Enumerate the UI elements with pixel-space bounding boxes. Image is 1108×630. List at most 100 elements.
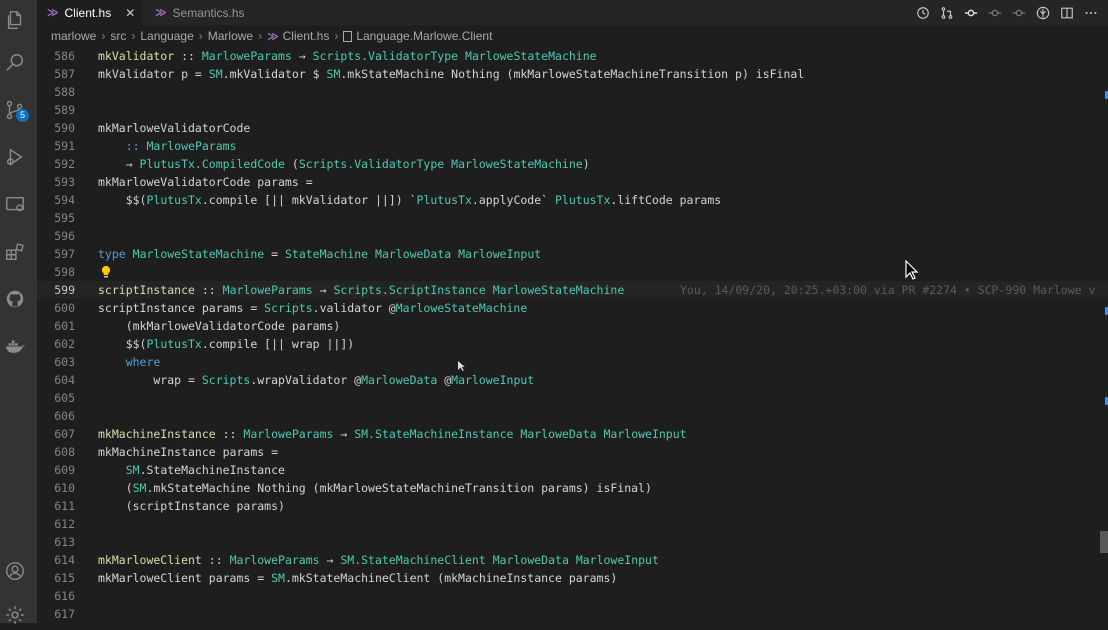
- line-number[interactable]: 609: [37, 461, 75, 479]
- code-line[interactable]: 598: [37, 263, 1108, 281]
- gitlens-icon[interactable]: [1035, 5, 1050, 20]
- code-text[interactable]: mkMarloweClient :: MarloweParams → SM.St…: [98, 551, 659, 569]
- line-number[interactable]: 613: [37, 533, 75, 551]
- docker-icon[interactable]: [0, 331, 30, 361]
- line-number[interactable]: 599: [37, 281, 75, 299]
- code-text[interactable]: wrap = Scripts.wrapValidator @MarloweDat…: [98, 371, 534, 389]
- split-editor-icon[interactable]: [1059, 5, 1074, 20]
- line-number[interactable]: 592: [37, 155, 75, 173]
- code-text[interactable]: mkValidator :: MarloweParams → Scripts.V…: [98, 47, 597, 65]
- code-line[interactable]: 609 SM.StateMachineInstance: [37, 461, 1108, 479]
- code-editor[interactable]: 586 mkValidator :: MarloweParams → Script…: [37, 47, 1108, 623]
- code-text[interactable]: mkMarloweValidatorCode params =: [98, 173, 313, 191]
- code-line[interactable]: 587 mkValidator p = SM.mkValidator $ SM.m…: [37, 65, 1108, 83]
- next-revision-icon[interactable]: [1011, 5, 1026, 20]
- timeline-icon[interactable]: [915, 5, 930, 20]
- line-number[interactable]: 604: [37, 371, 75, 389]
- code-line[interactable]: 599 scriptInstance :: MarloweParams → Scr…: [37, 281, 1108, 299]
- code-line[interactable]: 586 mkValidator :: MarloweParams → Script…: [37, 47, 1108, 65]
- code-line[interactable]: 616: [37, 587, 1108, 605]
- code-line[interactable]: 588: [37, 83, 1108, 101]
- tab-client-hs[interactable]: ≫ Client.hs ✕: [37, 0, 143, 25]
- lightbulb-icon[interactable]: [100, 265, 112, 279]
- code-text[interactable]: scriptInstance :: MarloweParams → Script…: [98, 281, 624, 299]
- line-number[interactable]: 589: [37, 101, 75, 119]
- breadcrumb-item[interactable]: Language.Marlowe.Client: [356, 29, 492, 43]
- line-number[interactable]: 590: [37, 119, 75, 137]
- code-line[interactable]: 591 :: MarloweParams: [37, 137, 1108, 155]
- code-line[interactable]: 590 mkMarloweValidatorCode: [37, 119, 1108, 137]
- line-number[interactable]: 601: [37, 317, 75, 335]
- code-text[interactable]: (mkMarloweValidatorCode params): [98, 317, 341, 335]
- code-line[interactable]: 589: [37, 101, 1108, 119]
- source-control-icon[interactable]: 5: [0, 95, 30, 125]
- code-text[interactable]: $$(PlutusTx.compile [|| mkValidator ||])…: [98, 191, 721, 209]
- breadcrumb-item[interactable]: src: [110, 29, 126, 43]
- code-text[interactable]: where: [98, 353, 161, 371]
- code-line[interactable]: 596: [37, 227, 1108, 245]
- code-line[interactable]: 602 $$(PlutusTx.compile [|| wrap ||]): [37, 335, 1108, 353]
- line-number[interactable]: 596: [37, 227, 75, 245]
- line-number[interactable]: 606: [37, 407, 75, 425]
- previous-revision-icon[interactable]: [987, 5, 1002, 20]
- code-text[interactable]: SM.StateMachineInstance: [98, 461, 285, 479]
- line-number[interactable]: 598: [37, 263, 75, 281]
- search-icon[interactable]: [0, 48, 30, 78]
- line-number[interactable]: 595: [37, 209, 75, 227]
- line-number[interactable]: 597: [37, 245, 75, 263]
- code-text[interactable]: mkMachineInstance params =: [98, 443, 278, 461]
- code-text[interactable]: :: MarloweParams: [98, 137, 237, 155]
- code-line[interactable]: 605: [37, 389, 1108, 407]
- code-line[interactable]: 611 (scriptInstance params): [37, 497, 1108, 515]
- line-number[interactable]: 616: [37, 587, 75, 605]
- line-number[interactable]: 588: [37, 83, 75, 101]
- code-line[interactable]: 613: [37, 533, 1108, 551]
- line-number[interactable]: 605: [37, 389, 75, 407]
- toggle-blame-icon[interactable]: [963, 5, 978, 20]
- line-number[interactable]: 610: [37, 479, 75, 497]
- line-number[interactable]: 603: [37, 353, 75, 371]
- code-line[interactable]: 615 mkMarloweClient params = SM.mkStateMa…: [37, 569, 1108, 587]
- line-number[interactable]: 586: [37, 47, 75, 65]
- code-line[interactable]: 603 where: [37, 353, 1108, 371]
- explorer-icon[interactable]: [0, 5, 30, 35]
- run-debug-icon[interactable]: [0, 142, 30, 172]
- extensions-icon[interactable]: [0, 237, 30, 267]
- code-text[interactable]: (scriptInstance params): [98, 497, 285, 515]
- code-line[interactable]: 610 (SM.mkStateMachine Nothing (mkMarlow…: [37, 479, 1108, 497]
- line-number[interactable]: 591: [37, 137, 75, 155]
- code-line[interactable]: 592 → PlutusTx.CompiledCode (Scripts.Val…: [37, 155, 1108, 173]
- code-line[interactable]: 601 (mkMarloweValidatorCode params): [37, 317, 1108, 335]
- line-number[interactable]: 602: [37, 335, 75, 353]
- breadcrumb-item[interactable]: marlowe: [51, 29, 96, 43]
- code-line[interactable]: 593 mkMarloweValidatorCode params =: [37, 173, 1108, 191]
- line-number[interactable]: 617: [37, 605, 75, 623]
- github-icon[interactable]: [0, 284, 30, 314]
- code-line[interactable]: 604 wrap = Scripts.wrapValidator @Marlow…: [37, 371, 1108, 389]
- breadcrumb-item[interactable]: Marlowe: [208, 29, 253, 43]
- line-number[interactable]: 612: [37, 515, 75, 533]
- open-changes-icon[interactable]: [939, 5, 954, 20]
- code-text[interactable]: mkMarloweClient params = SM.mkStateMachi…: [98, 569, 617, 587]
- code-text[interactable]: mkValidator p = SM.mkValidator $ SM.mkSt…: [98, 65, 804, 83]
- line-number[interactable]: 600: [37, 299, 75, 317]
- git-blame-annotation[interactable]: You, 14/09/20, 20:25.+03:00 via PR #2274…: [680, 281, 1095, 299]
- code-line[interactable]: 597 type MarloweStateMachine = StateMachi…: [37, 245, 1108, 263]
- code-text[interactable]: (SM.mkStateMachine Nothing (mkMarloweSta…: [98, 479, 652, 497]
- line-number[interactable]: 594: [37, 191, 75, 209]
- more-actions-icon[interactable]: [1083, 5, 1098, 20]
- breadcrumb-item[interactable]: Language: [140, 29, 193, 43]
- code-text[interactable]: scriptInstance params = Scripts.validato…: [98, 299, 527, 317]
- settings-gear-icon[interactable]: [0, 600, 30, 630]
- line-number[interactable]: 587: [37, 65, 75, 83]
- line-number[interactable]: 593: [37, 173, 75, 191]
- code-text[interactable]: $$(PlutusTx.compile [|| wrap ||]): [98, 335, 355, 353]
- code-line[interactable]: 606: [37, 407, 1108, 425]
- close-icon[interactable]: ✕: [125, 6, 135, 20]
- line-number[interactable]: 615: [37, 569, 75, 587]
- remote-explorer-icon[interactable]: [0, 190, 30, 220]
- code-line[interactable]: 614 mkMarloweClient :: MarloweParams → SM…: [37, 551, 1108, 569]
- code-line[interactable]: 608 mkMachineInstance params =: [37, 443, 1108, 461]
- code-line[interactable]: 617: [37, 605, 1108, 623]
- line-number[interactable]: 607: [37, 425, 75, 443]
